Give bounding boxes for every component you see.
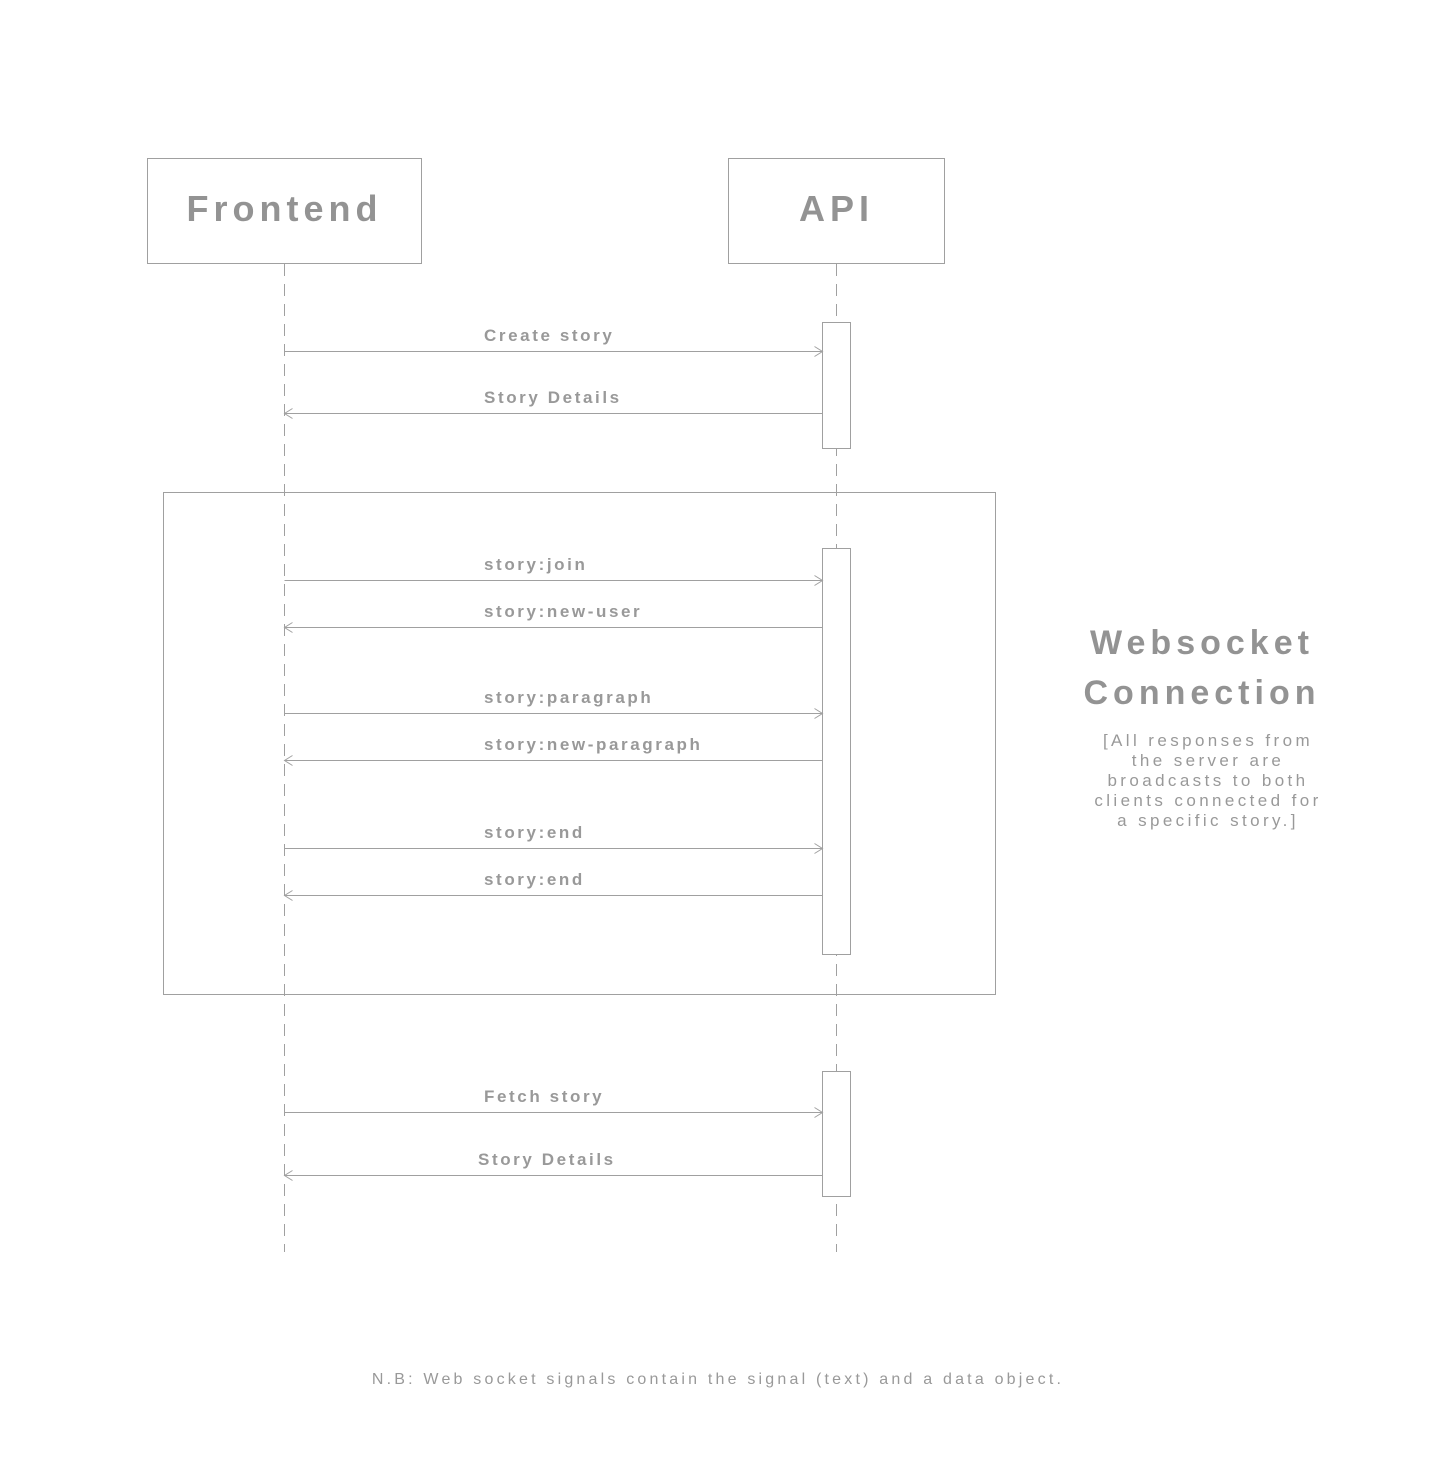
message-request: story:paragraph (284, 688, 824, 719)
message-label: story:join (484, 555, 587, 574)
message-request: story:join (284, 555, 824, 586)
note-line: the server are (1132, 751, 1284, 770)
message-request: Create story (284, 326, 824, 357)
message-response: story:new-user (283, 602, 823, 633)
note-line: a specific story.] (1117, 811, 1299, 830)
message-label: story:paragraph (484, 688, 653, 707)
group-title-line: Connection (1084, 674, 1321, 712)
note-line: clients connected for (1094, 791, 1321, 810)
message-label: Fetch story (484, 1087, 604, 1106)
websocket-note: Websocket Connection [All responses from… (1084, 624, 1321, 830)
message-label: story:end (484, 823, 585, 842)
message-response: Story Details (283, 388, 823, 419)
sequence-diagram: Frontend API Create story Story Details st… (147, 158, 1321, 1388)
message-label: Story Details (484, 388, 622, 407)
message-response: Story Details (283, 1150, 823, 1181)
message-request: Fetch story (284, 1087, 824, 1118)
message-label: story:end (484, 870, 585, 889)
group-title-line: Websocket (1090, 624, 1314, 662)
messages: Create story Story Details story:join story… (283, 326, 824, 1181)
activation-bar (822, 548, 851, 955)
note-line: [All responses from (1103, 731, 1313, 750)
message-request: story:end (284, 823, 824, 854)
message-response: story:end (283, 870, 823, 901)
participant-api: API (728, 158, 945, 264)
participant-label: Frontend (187, 188, 383, 229)
message-label: story:new-user (484, 602, 642, 621)
message-response: story:new-paragraph (283, 735, 823, 766)
message-label: Story Details (478, 1150, 616, 1169)
message-label: story:new-paragraph (484, 735, 703, 754)
activation-bar (822, 322, 851, 449)
message-label: Create story (484, 326, 614, 345)
note-line: broadcasts to both (1107, 771, 1308, 790)
footnote: N.B: Web socket signals contain the sign… (372, 1371, 1064, 1388)
activation-bar (822, 1071, 851, 1197)
participant-frontend: Frontend (147, 158, 422, 264)
participant-label: API (799, 188, 874, 229)
